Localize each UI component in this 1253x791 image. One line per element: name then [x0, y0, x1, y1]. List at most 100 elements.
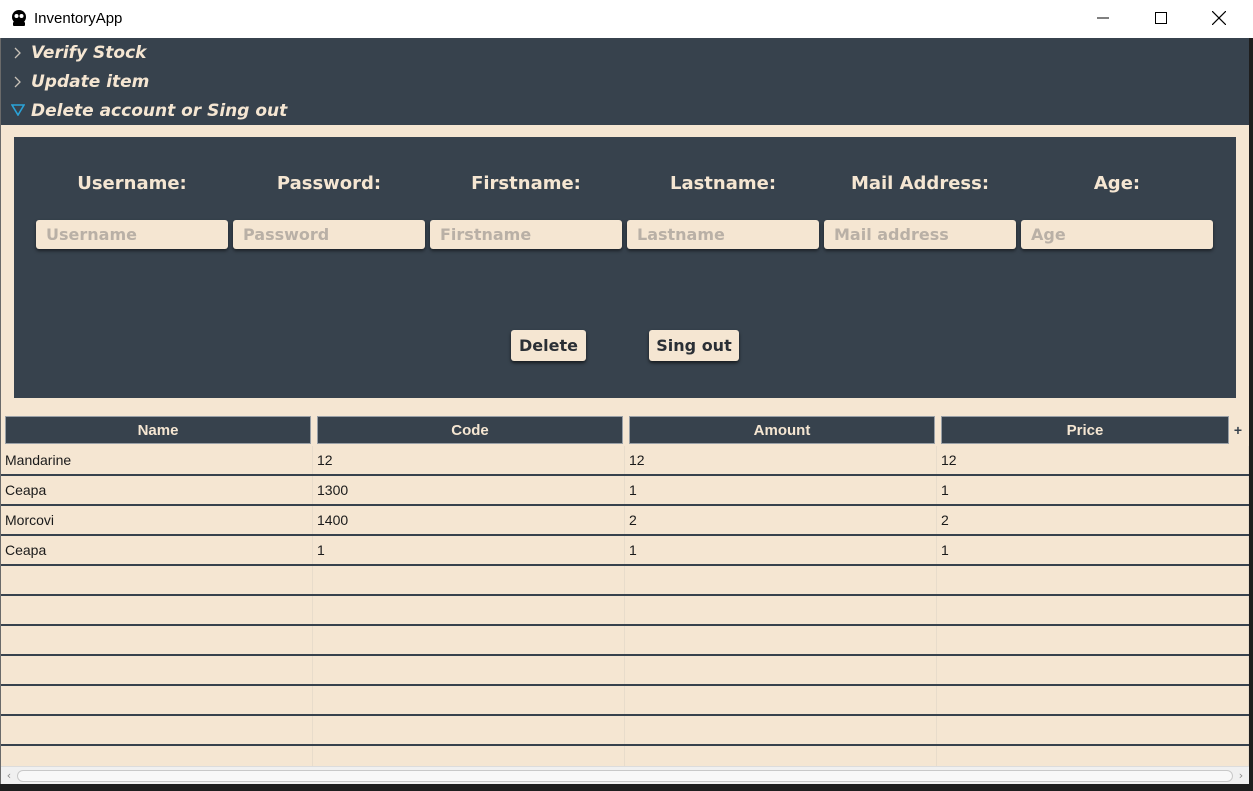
table-cell: 1	[937, 536, 1249, 564]
table-cell	[625, 566, 937, 594]
chevron-right-icon	[13, 46, 23, 59]
table-cell	[625, 746, 937, 766]
accordion-item-verify-stock[interactable]: Verify Stock	[1, 38, 1249, 67]
table-cell	[1, 566, 313, 594]
table-cell	[313, 596, 625, 624]
table-cell	[1, 596, 313, 624]
table-cell: 1	[313, 536, 625, 564]
column-header-price[interactable]: Price	[941, 416, 1229, 444]
table-row[interactable]	[1, 746, 1249, 766]
lastname-input[interactable]	[627, 220, 819, 249]
close-button[interactable]	[1190, 0, 1248, 36]
table-cell	[625, 716, 937, 744]
password-label: Password:	[276, 173, 382, 194]
window-border-right	[1249, 38, 1253, 791]
maximize-icon	[1155, 12, 1167, 24]
table-cell: Ceapa	[1, 476, 313, 504]
table-row[interactable]	[1, 716, 1249, 746]
table-cell: 1	[937, 476, 1249, 504]
table-cell: 2	[625, 506, 937, 534]
table-row[interactable]: Ceapa 1300 1 1	[1, 476, 1249, 506]
table-cell: 1	[625, 476, 937, 504]
table-header: Name Code Amount Price +	[1, 414, 1249, 446]
table-cell	[937, 746, 1249, 766]
table-row[interactable]	[1, 686, 1249, 716]
accordion-label: Update item	[31, 72, 150, 92]
app-logo-icon	[10, 9, 28, 27]
account-form-panel: Username: Password: Firstname: Lastname:…	[14, 137, 1236, 398]
accordion-label: Verify Stock	[31, 43, 147, 63]
table-cell	[1, 656, 313, 684]
table-cell: 1400	[313, 506, 625, 534]
table-cell	[937, 686, 1249, 714]
scroll-right-icon[interactable]: ›	[1235, 769, 1247, 783]
table-cell	[937, 596, 1249, 624]
firstname-input[interactable]	[430, 220, 622, 249]
title-bar: InventoryApp	[0, 0, 1253, 38]
minimize-icon	[1097, 12, 1109, 24]
table-row[interactable]: Morcovi 1400 2 2	[1, 506, 1249, 536]
table-cell	[313, 566, 625, 594]
table-cell: Ceapa	[1, 536, 313, 564]
scrollbar-thumb[interactable]	[17, 770, 1233, 782]
table-cell	[625, 686, 937, 714]
background-terminal-strip	[0, 784, 1253, 791]
table-cell	[625, 656, 937, 684]
table-cell: 1	[625, 536, 937, 564]
table-row[interactable]	[1, 566, 1249, 596]
table-row[interactable]: Mandarine 12 12 12	[1, 446, 1249, 476]
username-input[interactable]	[36, 220, 228, 249]
table-cell: 2	[937, 506, 1249, 534]
lastname-label: Lastname:	[669, 173, 777, 194]
age-label: Age:	[1093, 173, 1141, 194]
table-cell	[313, 656, 625, 684]
table-cell	[1, 686, 313, 714]
sign-out-button[interactable]: Sing out	[649, 330, 739, 361]
app-title: InventoryApp	[34, 10, 123, 27]
table-cell	[937, 566, 1249, 594]
table-cell: 12	[313, 446, 625, 474]
table-cell	[625, 626, 937, 654]
table-cell	[937, 656, 1249, 684]
table-cell	[313, 746, 625, 766]
table-row[interactable]	[1, 626, 1249, 656]
accordion-item-delete-account[interactable]: Delete account or Sing out	[1, 96, 1249, 125]
mail-address-input[interactable]	[824, 220, 1016, 249]
inventory-table: Name Code Amount Price + Mandarine 12 12 12…	[1, 414, 1249, 766]
firstname-label: Firstname:	[471, 173, 581, 194]
accordion: Verify Stock Update item Delete account …	[1, 38, 1249, 125]
table-cell	[313, 626, 625, 654]
table-cell	[313, 686, 625, 714]
table-cell	[937, 626, 1249, 654]
column-header-amount[interactable]: Amount	[629, 416, 935, 444]
table-cell	[1, 746, 313, 766]
age-input[interactable]	[1021, 220, 1213, 249]
table-row[interactable]	[1, 656, 1249, 686]
table-cell: 1300	[313, 476, 625, 504]
chevron-down-icon	[10, 103, 26, 117]
table-cell: Mandarine	[1, 446, 313, 474]
delete-button[interactable]: Delete	[511, 330, 586, 361]
table-cell	[1, 716, 313, 744]
accordion-label: Delete account or Sing out	[31, 101, 288, 121]
column-header-code[interactable]: Code	[317, 416, 623, 444]
table-cell	[313, 716, 625, 744]
table-cell	[625, 596, 937, 624]
table-row[interactable]	[1, 596, 1249, 626]
maximize-button[interactable]	[1132, 0, 1190, 36]
table-cell	[937, 716, 1249, 744]
close-icon	[1212, 11, 1226, 25]
chevron-right-icon	[13, 75, 23, 88]
table-cell: 12	[625, 446, 937, 474]
scroll-left-icon[interactable]: ‹	[3, 769, 15, 783]
table-cell: 12	[937, 446, 1249, 474]
minimize-button[interactable]	[1074, 0, 1132, 36]
column-menu-button[interactable]: +	[1229, 416, 1247, 444]
table-cell	[1, 626, 313, 654]
table-row[interactable]: Ceapa 1 1 1	[1, 536, 1249, 566]
horizontal-scrollbar[interactable]: ‹ ›	[1, 766, 1249, 784]
column-header-name[interactable]: Name	[5, 416, 311, 444]
table-cell: Morcovi	[1, 506, 313, 534]
password-input[interactable]	[233, 220, 425, 249]
accordion-item-update-item[interactable]: Update item	[1, 67, 1249, 96]
